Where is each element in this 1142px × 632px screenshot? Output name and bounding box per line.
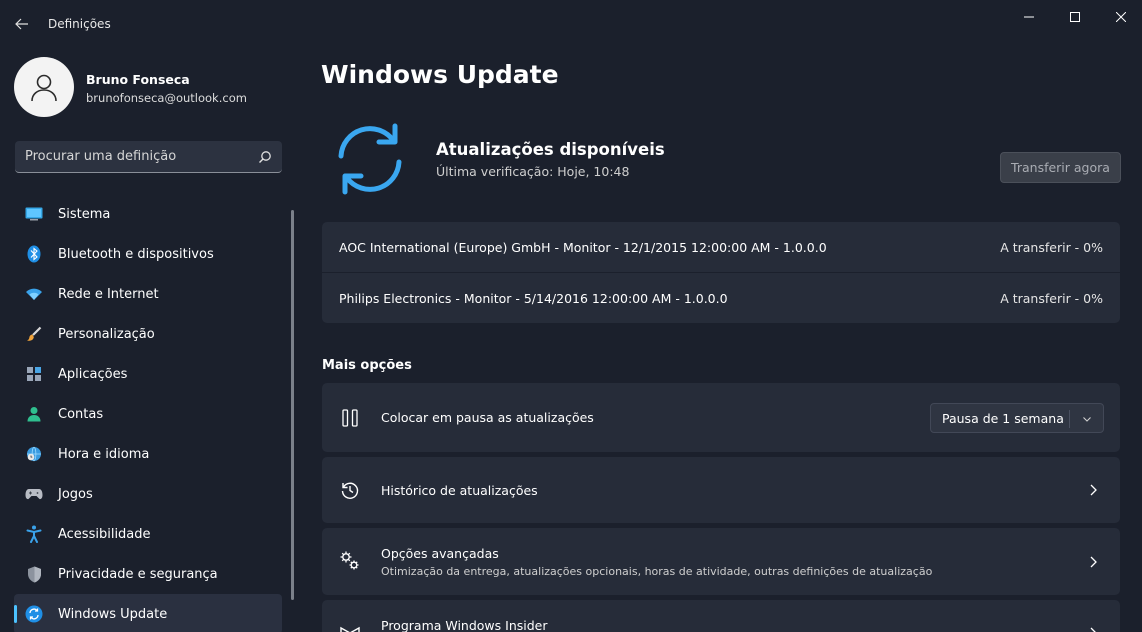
sidebar-item-privacidade[interactable]: Privacidade e segurança — [14, 554, 282, 594]
sync-icon — [338, 123, 402, 195]
sidebar-nav: Sistema Bluetooth e dispositivos Rede e … — [14, 194, 282, 632]
sidebar-item-sistema[interactable]: Sistema — [14, 194, 282, 234]
brush-icon — [24, 324, 44, 344]
page-title: Windows Update — [321, 60, 559, 89]
active-indicator — [14, 605, 17, 623]
sidebar-item-label: Rede e Internet — [58, 286, 159, 302]
chevron-right-icon — [1090, 484, 1097, 496]
pause-updates-label: Colocar em pausa as atualizações — [381, 410, 594, 425]
pause-updates-card: Colocar em pausa as atualizações Pausa d… — [322, 383, 1120, 452]
sidebar-item-label: Bluetooth e dispositivos — [58, 246, 214, 262]
advanced-options-card[interactable]: Opções avançadas Otimização da entrega, … — [322, 528, 1120, 595]
windows-update-icon — [24, 604, 44, 624]
update-row: Philips Electronics - Monitor - 5/14/201… — [322, 272, 1120, 323]
pending-updates-list: AOC International (Europe) GmbH - Monito… — [322, 222, 1120, 323]
insider-icon — [339, 620, 361, 632]
globe-clock-icon — [24, 444, 44, 464]
bluetooth-icon — [24, 244, 44, 264]
pause-duration-select[interactable]: Pausa de 1 semana — [930, 403, 1104, 433]
back-button[interactable] — [9, 11, 35, 37]
update-name: AOC International (Europe) GmbH - Monito… — [339, 239, 827, 255]
sidebar-item-jogos[interactable]: Jogos — [14, 474, 282, 514]
wifi-icon — [24, 284, 44, 304]
close-button[interactable] — [1098, 5, 1142, 29]
chevron-right-icon — [1090, 556, 1097, 568]
update-name: Philips Electronics - Monitor - 5/14/201… — [339, 290, 728, 306]
title-bar: Definições — [0, 0, 1142, 46]
status-title: Atualizações disponíveis — [436, 140, 665, 159]
update-row: AOC International (Europe) GmbH - Monito… — [322, 222, 1120, 272]
sidebar-item-contas[interactable]: Contas — [14, 394, 282, 434]
update-progress: A transferir - 0% — [1000, 239, 1103, 255]
pause-icon — [339, 407, 361, 429]
sidebar-item-label: Privacidade e segurança — [58, 566, 218, 582]
maximize-button[interactable] — [1052, 5, 1098, 29]
apps-icon — [24, 364, 44, 384]
user-name: Bruno Fonseca — [86, 72, 190, 87]
sidebar-item-label: Acessibilidade — [58, 526, 151, 542]
avatar — [14, 57, 74, 117]
settings-window: Definições Bruno Fonseca brunofonseca@ou… — [0, 0, 1142, 632]
sidebar-item-acessibilidade[interactable]: Acessibilidade — [14, 514, 282, 554]
user-email: brunofonseca@outlook.com — [86, 91, 247, 105]
update-history-label: Histórico de atualizações — [381, 483, 538, 498]
pause-duration-value: Pausa de 1 semana — [942, 411, 1064, 426]
sidebar-item-label: Jogos — [58, 486, 93, 502]
account-icon — [24, 404, 44, 424]
search-box — [15, 141, 282, 173]
sidebar-item-windows-update[interactable]: Windows Update — [14, 594, 282, 632]
sidebar-item-bluetooth[interactable]: Bluetooth e dispositivos — [14, 234, 282, 274]
sidebar-item-label: Sistema — [58, 206, 111, 222]
status-last-check: Última verificação: Hoje, 10:48 — [436, 164, 630, 179]
update-progress: A transferir - 0% — [1000, 290, 1103, 306]
sidebar-item-label: Windows Update — [58, 606, 168, 622]
windows-insider-card[interactable]: Programa Windows Insider — [322, 600, 1120, 632]
history-icon — [339, 479, 361, 501]
sidebar-item-label: Hora e idioma — [58, 446, 150, 462]
maximize-icon — [1070, 12, 1080, 22]
sidebar-item-hora-idioma[interactable]: Hora e idioma — [14, 434, 282, 474]
sidebar-item-label: Aplicações — [58, 366, 128, 382]
close-icon — [1116, 12, 1126, 22]
sidebar-item-label: Contas — [58, 406, 104, 422]
update-status-panel: Atualizações disponíveis Última verifica… — [321, 118, 1121, 202]
search-icon[interactable] — [258, 150, 272, 164]
advanced-options-description: Otimização da entrega, atualizações opci… — [381, 565, 933, 578]
accessibility-icon — [24, 524, 44, 544]
sidebar-item-label: Personalização — [58, 326, 155, 342]
shield-icon — [24, 564, 44, 584]
user-icon — [31, 74, 57, 102]
chevron-right-icon — [1090, 627, 1096, 632]
arrow-left-icon — [15, 18, 28, 30]
sidebar-item-aplicacoes[interactable]: Aplicações — [14, 354, 282, 394]
advanced-options-label: Opções avançadas — [381, 546, 499, 561]
system-icon — [24, 204, 44, 224]
sidebar-item-rede[interactable]: Rede e Internet — [14, 274, 282, 314]
sidebar-item-personalizacao[interactable]: Personalização — [14, 314, 282, 354]
sidebar-scrollbar[interactable] — [291, 210, 294, 600]
windows-insider-label: Programa Windows Insider — [381, 618, 548, 632]
search-input[interactable] — [15, 141, 251, 172]
download-now-button[interactable]: Transferir agora — [1000, 152, 1121, 183]
gamepad-icon — [24, 484, 44, 504]
minimize-button[interactable] — [1006, 5, 1052, 29]
update-history-card[interactable]: Histórico de atualizações — [322, 457, 1120, 523]
gears-icon — [339, 550, 361, 572]
app-title: Definições — [48, 17, 111, 31]
more-options-heading: Mais opções — [322, 358, 412, 373]
minimize-icon — [1024, 16, 1034, 18]
select-divider — [1069, 410, 1070, 428]
chevron-down-icon[interactable] — [1081, 413, 1093, 425]
